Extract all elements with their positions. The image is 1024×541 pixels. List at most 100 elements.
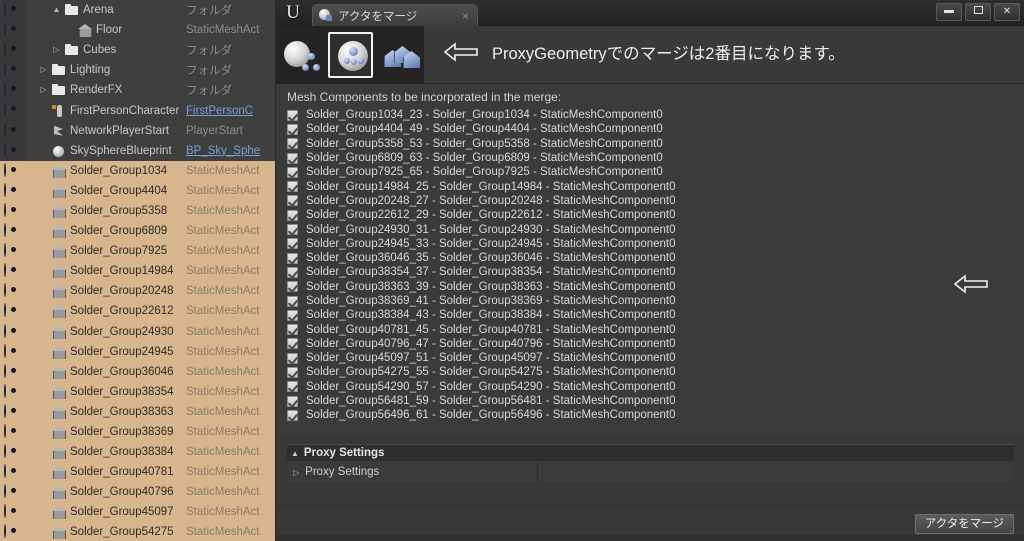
outliner-row-name-cell[interactable]: Solder_Group5358 bbox=[39, 204, 167, 218]
mesh-component-checkbox[interactable] bbox=[287, 309, 298, 321]
outliner-row[interactable]: Solder_Group40781 StaticMeshAct bbox=[0, 462, 276, 483]
mesh-component-checkbox[interactable] bbox=[287, 381, 298, 393]
tab-merge-actors[interactable]: アクタをマージ × bbox=[312, 4, 478, 26]
eye-icon[interactable] bbox=[4, 202, 22, 218]
eye-icon[interactable] bbox=[4, 142, 22, 158]
close-button[interactable]: ✕ bbox=[994, 3, 1020, 21]
mesh-component-row[interactable]: Solder_Group38354_37 - Solder_Group38354… bbox=[287, 265, 1014, 279]
outliner-row-name-cell[interactable]: Solder_Group24930 bbox=[39, 325, 174, 339]
mesh-component-row[interactable]: Solder_Group22612_29 - Solder_Group22612… bbox=[287, 208, 1014, 222]
mesh-components-list[interactable]: Solder_Group1034_23 - Solder_Group1034 -… bbox=[287, 108, 1014, 423]
outliner-row-name-cell[interactable]: Solder_Group6809 bbox=[39, 224, 167, 239]
mesh-component-checkbox[interactable] bbox=[287, 266, 298, 278]
mesh-component-checkbox[interactable] bbox=[287, 152, 298, 164]
eye-icon[interactable] bbox=[4, 524, 22, 539]
outliner-row-name-cell[interactable]: Solder_Group1034 bbox=[39, 164, 167, 178]
mesh-component-checkbox[interactable] bbox=[287, 181, 298, 193]
mesh-component-row[interactable]: Solder_Group38384_43 - Solder_Group38384… bbox=[287, 308, 1014, 322]
outliner-row[interactable]: ▷ Cubes フォルダ bbox=[0, 40, 276, 60]
eye-icon[interactable] bbox=[4, 122, 22, 138]
outliner-row[interactable]: NetworkPlayerStart PlayerStart bbox=[0, 121, 276, 141]
outliner-row-name-cell[interactable]: Solder_Group38363 bbox=[39, 405, 174, 419]
mesh-component-row[interactable]: Solder_Group24930_31 - Solder_Group24930… bbox=[287, 222, 1014, 236]
mesh-component-row[interactable]: Solder_Group40796_47 - Solder_Group40796… bbox=[287, 337, 1014, 351]
mesh-component-checkbox[interactable] bbox=[287, 352, 298, 364]
proxy-settings-row[interactable]: ▷ Proxy Settings bbox=[287, 461, 1014, 484]
chevron-right-icon[interactable]: ▷ bbox=[39, 86, 48, 94]
eye-icon[interactable] bbox=[4, 504, 22, 519]
eye-icon[interactable] bbox=[4, 243, 22, 258]
merge-mode-button-group[interactable] bbox=[276, 26, 424, 84]
eye-icon[interactable] bbox=[4, 323, 22, 339]
outliner-row-name-cell[interactable]: Solder_Group7925 bbox=[39, 244, 167, 259]
mesh-component-row[interactable]: Solder_Group7925_65 - Solder_Group7925 -… bbox=[287, 165, 1014, 179]
outliner-row[interactable]: Solder_Group54275 StaticMeshAct bbox=[0, 522, 276, 541]
mesh-component-checkbox[interactable] bbox=[287, 123, 298, 135]
mesh-component-row[interactable]: Solder_Group6809_63 - Solder_Group6809 -… bbox=[287, 151, 1014, 165]
eye-icon[interactable] bbox=[4, 182, 22, 198]
outliner-row[interactable]: Solder_Group38384 StaticMeshAct bbox=[0, 442, 276, 463]
mesh-component-checkbox[interactable] bbox=[287, 138, 298, 150]
outliner-row-name-cell[interactable]: Solder_Group24945 bbox=[39, 345, 174, 359]
minimize-button[interactable] bbox=[936, 3, 962, 21]
outliner-row[interactable]: Floor StaticMeshAct bbox=[0, 20, 276, 40]
eye-icon[interactable] bbox=[4, 162, 22, 178]
outliner-row[interactable]: Solder_Group20248 StaticMeshAct bbox=[0, 281, 276, 302]
outliner-row[interactable]: Solder_Group6809 StaticMeshAct bbox=[0, 221, 276, 242]
mesh-component-row[interactable]: Solder_Group38369_41 - Solder_Group38369… bbox=[287, 294, 1014, 308]
merge-actors-icon[interactable] bbox=[280, 32, 325, 78]
mesh-component-checkbox[interactable] bbox=[287, 109, 298, 121]
mesh-component-checkbox[interactable] bbox=[287, 252, 298, 264]
eye-icon[interactable] bbox=[4, 283, 22, 298]
outliner-row-type[interactable]: BP_Sky_Sphe bbox=[186, 145, 260, 157]
mesh-component-checkbox[interactable] bbox=[287, 395, 298, 407]
mesh-component-checkbox[interactable] bbox=[287, 209, 298, 221]
outliner-row-list[interactable]: ▲ Arena フォルダ Floor StaticMeshAct ▷ Cubes フォルダ ▷ L… bbox=[0, 0, 276, 541]
mesh-component-row[interactable]: Solder_Group20248_27 - Solder_Group20248… bbox=[287, 194, 1014, 208]
outliner-row-name-cell[interactable]: Solder_Group4404 bbox=[39, 184, 167, 198]
eye-icon[interactable] bbox=[4, 423, 22, 439]
window-controls[interactable]: ✕ bbox=[936, 3, 1020, 21]
outliner-row-name-cell[interactable]: Solder_Group14984 bbox=[39, 264, 174, 279]
outliner-row-name-cell[interactable]: ▷ Lighting bbox=[39, 63, 110, 77]
mesh-component-row[interactable]: Solder_Group40781_45 - Solder_Group40781… bbox=[287, 322, 1014, 336]
proxy-geometry-icon[interactable] bbox=[328, 32, 373, 78]
mesh-component-row[interactable]: Solder_Group54290_57 - Solder_Group54290… bbox=[287, 380, 1014, 394]
mesh-component-row[interactable]: Solder_Group54275_55 - Solder_Group54275… bbox=[287, 365, 1014, 379]
merge-mode-toolbar[interactable]: ProxyGeometryでのマージは2番目になります。 bbox=[276, 26, 1024, 84]
outliner-row-name-cell[interactable]: Solder_Group36046 bbox=[39, 365, 174, 379]
chevron-right-icon[interactable]: ▷ bbox=[52, 46, 61, 54]
outliner-row[interactable]: Solder_Group40796 StaticMeshAct bbox=[0, 482, 276, 503]
eye-icon[interactable] bbox=[4, 263, 22, 278]
outliner-row[interactable]: Solder_Group38354 StaticMeshAct bbox=[0, 381, 276, 402]
eye-icon[interactable] bbox=[4, 62, 22, 77]
mesh-component-row[interactable]: Solder_Group56496_61 - Solder_Group56496… bbox=[287, 408, 1014, 422]
outliner-row[interactable]: Solder_Group38363 StaticMeshAct bbox=[0, 401, 276, 422]
outliner-row-name-cell[interactable]: ▲ Arena bbox=[52, 3, 114, 17]
eye-icon[interactable] bbox=[4, 484, 22, 499]
outliner-row[interactable]: Solder_Group5358 StaticMeshAct bbox=[0, 200, 276, 222]
outliner-row-name-cell[interactable]: Solder_Group45097 bbox=[39, 505, 174, 520]
close-tab-icon[interactable]: × bbox=[460, 9, 471, 23]
world-outliner-panel[interactable]: ▲ Arena フォルダ Floor StaticMeshAct ▷ Cubes フォルダ ▷ L… bbox=[0, 0, 276, 541]
outliner-row-name-cell[interactable]: Solder_Group40796 bbox=[39, 485, 174, 500]
mesh-component-checkbox[interactable] bbox=[287, 338, 298, 350]
outliner-row-name-cell[interactable]: Solder_Group38369 bbox=[39, 425, 174, 440]
mesh-component-checkbox[interactable] bbox=[287, 324, 298, 336]
column-splitter[interactable] bbox=[537, 463, 538, 482]
mesh-component-row[interactable]: Solder_Group14984_25 - Solder_Group14984… bbox=[287, 179, 1014, 193]
eye-icon[interactable] bbox=[4, 383, 22, 399]
outliner-row[interactable]: Solder_Group38369 StaticMeshAct bbox=[0, 421, 276, 443]
eye-icon[interactable] bbox=[4, 102, 22, 117]
outliner-row-name-cell[interactable]: Solder_Group22612 bbox=[39, 304, 174, 319]
eye-icon[interactable] bbox=[4, 444, 22, 459]
outliner-row-name-cell[interactable]: SkySphereBlueprint bbox=[39, 144, 172, 158]
mesh-component-checkbox[interactable] bbox=[287, 224, 298, 236]
mesh-component-row[interactable]: Solder_Group56481_59 - Solder_Group56481… bbox=[287, 394, 1014, 408]
mesh-component-row[interactable]: Solder_Group4404_49 - Solder_Group4404 -… bbox=[287, 122, 1014, 136]
mesh-component-checkbox[interactable] bbox=[287, 281, 298, 293]
outliner-row[interactable]: Solder_Group24930 StaticMeshAct bbox=[0, 321, 276, 342]
eye-icon[interactable] bbox=[4, 363, 22, 379]
eye-icon[interactable] bbox=[4, 464, 22, 479]
outliner-row[interactable]: Solder_Group45097 StaticMeshAct bbox=[0, 502, 276, 523]
